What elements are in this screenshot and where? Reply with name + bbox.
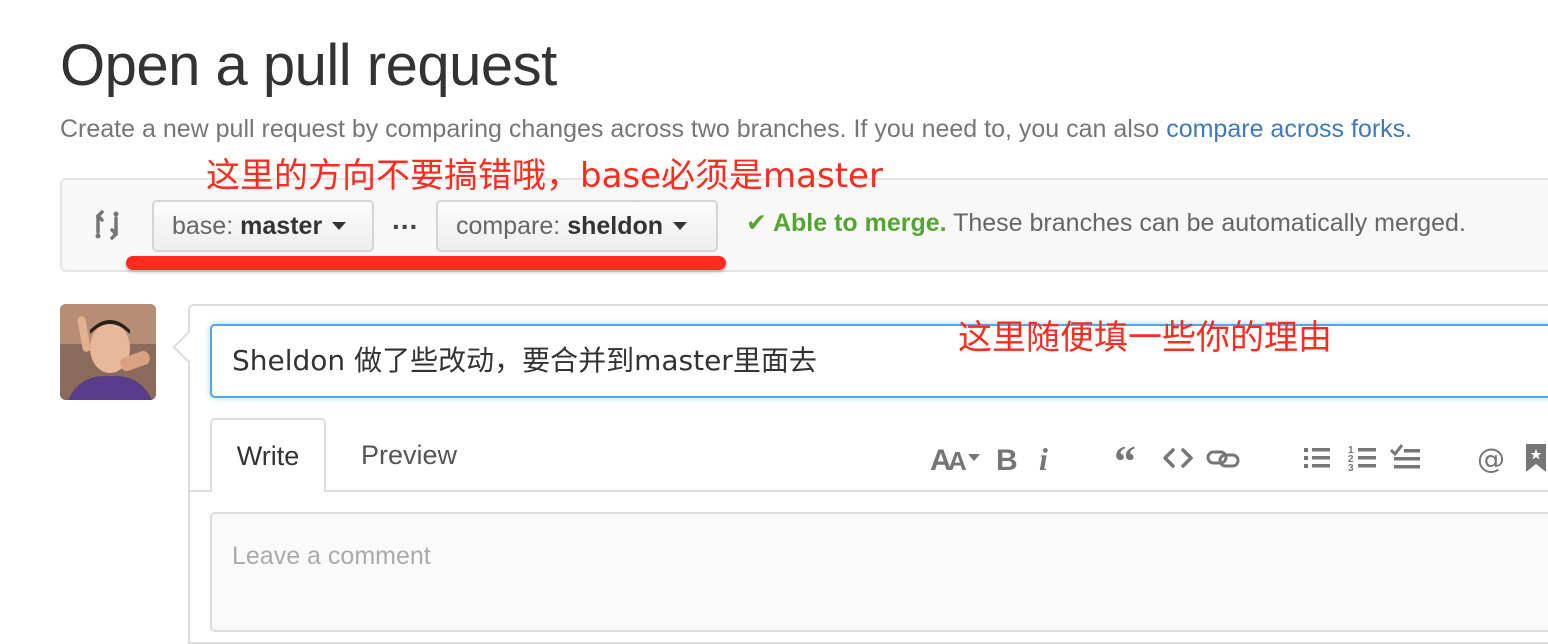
subtitle-text: Create a new pull request by comparing c… — [60, 115, 1167, 143]
unordered-list-icon[interactable] — [1304, 440, 1332, 476]
italic-icon[interactable]: i — [1038, 440, 1054, 476]
base-branch-name: master — [240, 211, 323, 240]
quote-icon[interactable]: “ — [1114, 440, 1144, 476]
text-size-icon[interactable]: AA — [930, 440, 984, 476]
chevron-down-icon — [673, 222, 688, 230]
svg-text:A: A — [948, 446, 967, 474]
compare-across-forks-link[interactable]: compare across forks. — [1166, 115, 1412, 143]
code-icon[interactable] — [1162, 440, 1194, 476]
base-label: base: — [172, 211, 234, 240]
annotation-title-reason: 这里随便填一些你的理由 — [958, 318, 1332, 358]
saved-reply-icon[interactable] — [1524, 440, 1548, 476]
svg-text:B: B — [996, 444, 1018, 474]
page-title: Open a pull request — [60, 33, 557, 98]
avatar-photo — [60, 304, 156, 400]
tab-preview[interactable]: Preview — [338, 418, 480, 492]
chevron-down-icon — [332, 222, 347, 230]
link-icon[interactable] — [1206, 440, 1240, 476]
compare-branch-name: sheldon — [567, 211, 664, 240]
compare-label: compare: — [456, 211, 561, 240]
merge-status: ✔ Able to merge. These branches can be au… — [746, 208, 1466, 238]
svg-text:@: @ — [1477, 442, 1505, 474]
mention-icon[interactable]: @ — [1476, 440, 1508, 476]
comment-textarea[interactable]: Leave a comment — [210, 512, 1548, 632]
annotation-branch-direction: 这里的方向不要搞错哦，base必须是master — [206, 156, 883, 196]
svg-text:i: i — [1039, 442, 1048, 474]
base-branch-selector[interactable]: base: master — [152, 200, 374, 252]
merge-status-text: These branches can be automatically merg… — [946, 209, 1466, 237]
svg-text:“: “ — [1114, 442, 1136, 474]
bold-icon[interactable]: B — [995, 440, 1019, 476]
annotation-underline — [126, 256, 726, 270]
page-subtitle: Create a new pull request by comparing c… — [60, 112, 1412, 146]
task-list-icon[interactable] — [1390, 440, 1422, 476]
merge-ok-label: Able to merge. — [772, 209, 947, 237]
check-icon: ✔ — [746, 209, 767, 237]
compare-swap-icon[interactable] — [90, 208, 124, 242]
avatar[interactable] — [60, 304, 156, 400]
branch-separator: ... — [392, 204, 419, 235]
svg-text:3: 3 — [1348, 463, 1354, 474]
pr-title-input[interactable]: Sheldon 做了些改动，要合并到master里面去 — [210, 324, 1548, 398]
ordered-list-icon[interactable]: 123 — [1348, 440, 1378, 476]
tab-write[interactable]: Write — [210, 418, 326, 492]
compare-branch-selector[interactable]: compare: sheldon — [436, 200, 718, 252]
